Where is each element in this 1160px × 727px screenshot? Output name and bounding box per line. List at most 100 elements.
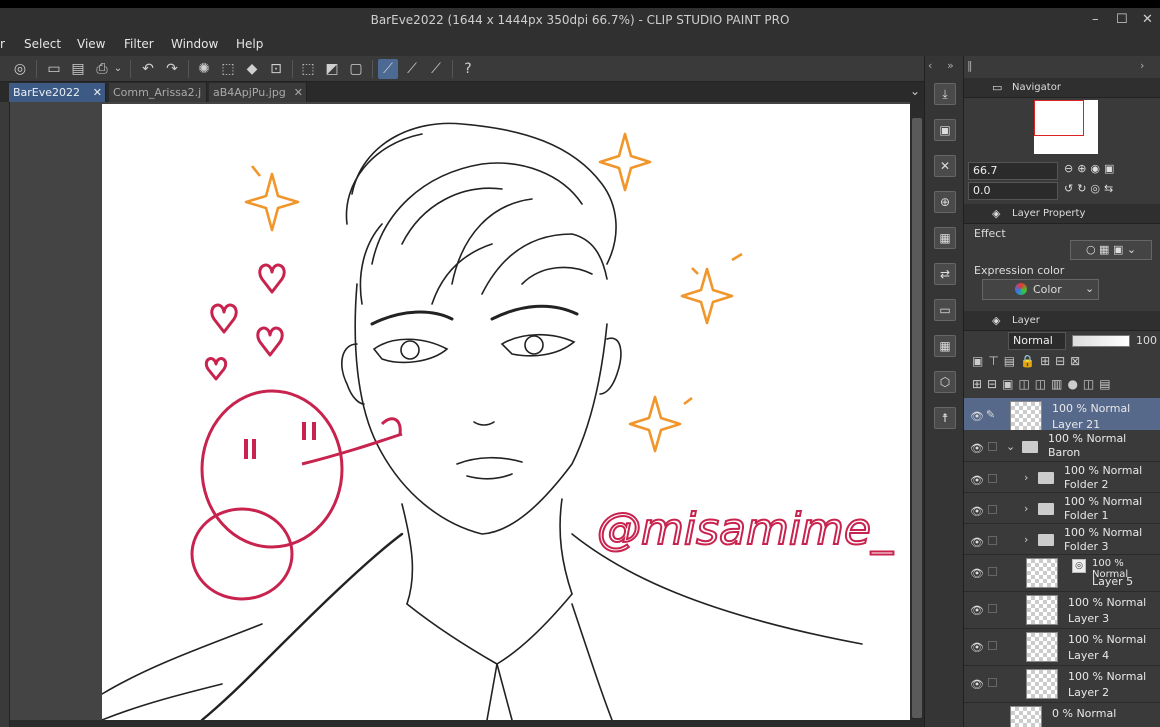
chevron-right-icon[interactable]: ›	[1024, 502, 1028, 515]
chevron-down-icon[interactable]: ⌄	[1006, 440, 1015, 453]
open-file-icon[interactable]: ▤	[68, 59, 88, 79]
canvas[interactable]: @misamime_	[102, 104, 910, 720]
layer-row-layer2[interactable]: 👁 100 % Normal Layer 2	[964, 666, 1160, 703]
delete-icon[interactable]: ✕	[934, 155, 956, 177]
grid-icon[interactable]: ▦	[934, 227, 956, 249]
expression-color-value: Color	[1033, 283, 1062, 296]
eye-icon[interactable]: 👁	[970, 505, 984, 518]
layer-row-layer3[interactable]: 👁 100 % Normal Layer 3	[964, 592, 1160, 629]
close-icon[interactable]: ✕	[294, 83, 303, 102]
menu-select[interactable]: Select	[24, 37, 61, 51]
layer-row-folder2[interactable]: 👁 › 100 % Normal Folder 2	[964, 462, 1160, 493]
effect-buttons[interactable]: ○ ▦ ▣ ⌄	[1070, 240, 1152, 260]
snap-ruler-icon[interactable]: ⟋	[378, 59, 398, 79]
redo-icon[interactable]: ↷	[162, 59, 182, 79]
invert-selection-icon[interactable]: ◩	[322, 59, 342, 79]
lock-toggle[interactable]	[988, 604, 997, 613]
3d-object-icon[interactable]: ⬡	[934, 371, 956, 393]
figure-icon[interactable]: ☨	[934, 407, 956, 429]
layer-row-baron[interactable]: 👁 ⌄ 100 % Normal Baron	[964, 430, 1160, 462]
menu-filter[interactable]: Filter	[124, 37, 154, 51]
navigator-preview[interactable]	[1034, 100, 1098, 154]
lock-toggle[interactable]	[988, 442, 997, 451]
canvas-icon[interactable]: ▭	[934, 299, 956, 321]
rotation-controls-icon[interactable]: ↺↻◎⇆	[1064, 182, 1117, 195]
title-bar: BarEve2022 (1644 x 1444px 350dpi 66.7%) …	[0, 8, 1160, 34]
transform-icon[interactable]: ⊡	[266, 59, 286, 79]
zoom-field[interactable]: 66.7	[968, 162, 1058, 180]
tab-comm-arissa[interactable]: Comm_Arissa2.j	[109, 83, 207, 102]
eye-icon[interactable]: 👁	[970, 442, 984, 455]
new-file-icon[interactable]: ▭	[44, 59, 64, 79]
layer-row-bottom[interactable]: 0 % Normal	[964, 703, 1160, 727]
eye-icon[interactable]: 👁	[970, 641, 984, 654]
tile-icon[interactable]: ▦	[934, 335, 956, 357]
transform-tool-icon[interactable]: ⇄	[934, 263, 956, 285]
tab-overflow-icon[interactable]: ⌄	[910, 84, 920, 98]
eye-icon[interactable]: 👁	[970, 410, 984, 423]
clip-studio-icon[interactable]: ◎	[10, 59, 30, 79]
lock-toggle[interactable]	[988, 505, 997, 514]
layer-blend-info: 100 % Normal	[1068, 633, 1147, 646]
blend-mode-select[interactable]: Normal	[1008, 332, 1066, 350]
vertical-scrollbar-thumb[interactable]	[912, 118, 922, 718]
eye-icon[interactable]: 👁	[970, 678, 984, 691]
print-icon[interactable]: ⎙	[92, 59, 112, 79]
layer-row-layer4[interactable]: 👁 100 % Normal Layer 4	[964, 629, 1160, 666]
save-icon[interactable]: ▣	[934, 119, 956, 141]
eye-icon[interactable]: 👁	[970, 567, 984, 580]
chevron-down-icon[interactable]: ⌄	[112, 59, 124, 79]
window-title: BarEve2022 (1644 x 1444px 350dpi 66.7%) …	[370, 13, 790, 27]
layer-title: Layer	[1012, 315, 1040, 326]
tab-bareve2022[interactable]: BarEve2022 ✕	[9, 83, 106, 102]
menu-window[interactable]: Window	[171, 37, 218, 51]
close-icon[interactable]: ✕	[93, 83, 102, 102]
collapse-left-icon[interactable]: ‹	[928, 59, 932, 72]
selection-boundary-icon[interactable]: ▢	[346, 59, 366, 79]
close-button[interactable]: ✕	[1142, 12, 1153, 27]
menu-help[interactable]: Help	[236, 37, 263, 51]
folder-icon	[1038, 503, 1054, 515]
lock-toggle[interactable]	[988, 536, 997, 545]
eye-icon[interactable]: 👁	[970, 604, 984, 617]
snap-grid-icon[interactable]: ⟋	[426, 59, 446, 79]
eye-icon[interactable]: 👁	[970, 536, 984, 549]
lock-toggle[interactable]	[988, 474, 997, 483]
import-icon[interactable]: ⤓	[934, 83, 956, 105]
menu-partial[interactable]: r	[0, 37, 5, 51]
chevron-right-icon[interactable]: ›	[1024, 533, 1028, 546]
tab-ab4apjpu[interactable]: aB4ApjPu.jpg ✕	[209, 83, 307, 102]
layer-row-folder1[interactable]: 👁 › 100 % Normal Folder 1	[964, 493, 1160, 524]
eye-icon[interactable]: 👁	[970, 474, 984, 487]
help-icon[interactable]: ?	[458, 59, 478, 79]
opacity-value[interactable]: 100	[1136, 334, 1157, 347]
navigator-viewport[interactable]	[1034, 100, 1084, 136]
zoom-controls-icon[interactable]: ⊖⊕◉▣	[1064, 162, 1118, 175]
layer-row-folder3[interactable]: 👁 › 100 % Normal Folder 3	[964, 524, 1160, 555]
lock-toggle[interactable]	[988, 678, 997, 687]
expression-color-select[interactable]: Color ⌄	[982, 279, 1099, 300]
deselect-icon[interactable]: ⬚	[298, 59, 318, 79]
minimize-button[interactable]: –	[1092, 12, 1099, 27]
clear-icon[interactable]: ✺	[194, 59, 214, 79]
fill-icon[interactable]: ◆	[242, 59, 262, 79]
layer-toggle-icons[interactable]: ▣⊤▤🔒⊞⊟⊠	[972, 354, 1085, 368]
panel-grip-icon[interactable]: ‖	[967, 59, 973, 72]
chevron-right-icon[interactable]: ›	[1024, 471, 1028, 484]
panel-expand-icon[interactable]: ›	[1140, 59, 1144, 72]
snap-special-ruler-icon[interactable]: ⟋	[402, 59, 422, 79]
material-icon[interactable]: ⊕	[934, 191, 956, 213]
clear-outside-icon[interactable]: ⬚	[218, 59, 238, 79]
navigator-header: ▭ Navigator	[964, 78, 1160, 98]
rotation-field[interactable]: 0.0	[968, 182, 1058, 200]
menu-view[interactable]: View	[77, 37, 105, 51]
horizontal-scrollbar[interactable]	[10, 720, 910, 727]
opacity-slider[interactable]	[1072, 335, 1130, 347]
lock-toggle[interactable]	[988, 641, 997, 650]
undo-icon[interactable]: ↶	[138, 59, 158, 79]
lock-toggle[interactable]	[988, 567, 997, 576]
maximize-button[interactable]: ☐	[1116, 12, 1128, 27]
layer-row-layer5[interactable]: 👁 ◎ 100 % Normal Layer 5	[964, 555, 1160, 592]
expand-right-icon[interactable]: »	[947, 59, 954, 72]
layer-action-icons[interactable]: ⊞⊟▣◫◫▥●◫▤	[972, 377, 1116, 391]
